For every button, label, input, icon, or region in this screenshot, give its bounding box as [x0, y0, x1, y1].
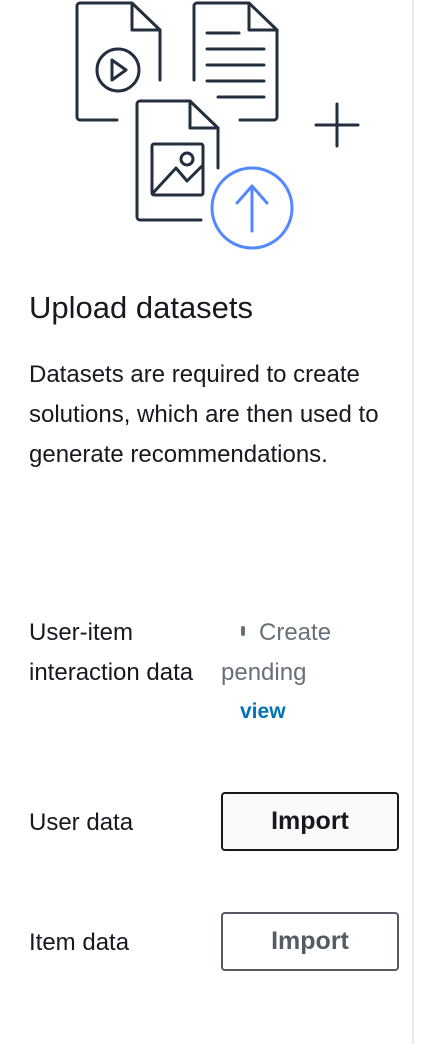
plus-icon	[314, 102, 360, 148]
dataset-label-items: Item data	[29, 929, 130, 956]
image-file-icon	[135, 99, 220, 222]
panel-title: Upload datasets	[29, 290, 254, 325]
upload-arrow-icon	[210, 166, 294, 250]
import-item-data-button[interactable]: Import	[221, 912, 399, 971]
document-file-icon	[192, 1, 279, 122]
dataset-status: Create pending	[221, 613, 361, 693]
status-text: Create pending	[221, 619, 332, 686]
dataset-label-users: User data	[29, 809, 134, 836]
dataset-label-interactions: User-item interaction data	[29, 619, 194, 686]
upload-datasets-illustration	[75, 1, 360, 250]
panel-divider	[412, 0, 414, 1044]
panel-description: Datasets are required to create solution…	[29, 361, 379, 468]
view-link[interactable]: view	[240, 700, 286, 724]
spinner-icon	[241, 626, 245, 636]
import-user-data-button[interactable]: Import	[221, 792, 399, 851]
